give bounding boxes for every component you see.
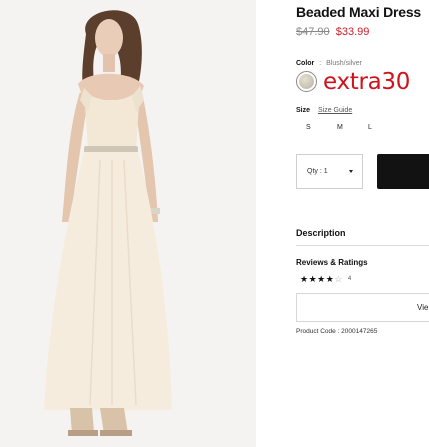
product-image[interactable]: [0, 0, 256, 447]
star-icon: ★: [308, 274, 318, 284]
product-title: Beaded Maxi Dress: [296, 4, 421, 20]
price-row: $47.90 $33.99: [296, 26, 369, 38]
size-option-m[interactable]: M: [331, 124, 362, 131]
description-toggle[interactable]: Description: [296, 228, 346, 238]
promo-code-text: extra30: [323, 69, 411, 95]
star-empty-icon: ☆: [334, 274, 343, 284]
add-to-bag-button[interactable]: [377, 154, 429, 189]
star-icon: ★: [317, 274, 326, 284]
sale-price: $33.99: [335, 26, 370, 38]
reviews-heading: Reviews & Ratings: [296, 258, 368, 267]
product-details-panel: Beaded Maxi Dress $47.90 $33.99 Color : …: [296, 0, 429, 447]
color-swatch-fill: [299, 74, 314, 89]
size-guide-link[interactable]: Size Guide: [318, 107, 352, 114]
quantity-label: Qty : 1: [307, 168, 328, 175]
original-price: $47.90: [296, 26, 330, 38]
chevron-down-icon: [349, 170, 353, 173]
review-count: 4: [347, 276, 352, 282]
size-label: Size: [296, 107, 311, 114]
model-wearing-dress-image: [0, 0, 256, 447]
rating-stars: ★★★★☆ 4: [300, 274, 352, 285]
size-options: S M L: [300, 124, 393, 131]
color-swatch-blush-silver[interactable]: [296, 71, 317, 92]
color-separator: :: [319, 60, 322, 67]
product-code: Product Code : 2000147265: [296, 328, 378, 335]
color-label: Color: [296, 60, 315, 67]
quantity-select[interactable]: Qty : 1: [296, 154, 363, 189]
size-row: Size Size Guide: [296, 107, 352, 114]
star-icon: ★: [300, 274, 309, 284]
divider: [296, 245, 429, 246]
size-option-s[interactable]: S: [300, 124, 331, 131]
view-reviews-button[interactable]: Vie: [296, 293, 429, 322]
color-value: Blush/silver: [326, 60, 362, 67]
size-option-l[interactable]: L: [362, 124, 393, 131]
color-row: Color : Blush/silver: [296, 60, 362, 67]
